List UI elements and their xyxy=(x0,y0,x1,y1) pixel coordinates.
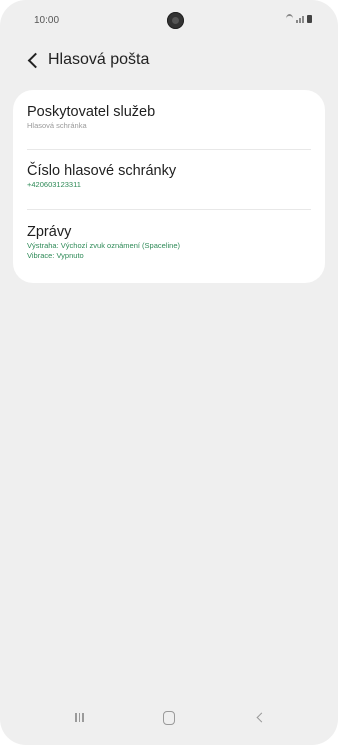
setting-voicemail-number[interactable]: Číslo hlasové schránky +420603123311 xyxy=(27,163,311,190)
app-header: Hlasová pošta xyxy=(0,44,338,80)
divider xyxy=(27,149,311,150)
page-title: Hlasová pošta xyxy=(48,51,150,68)
front-camera xyxy=(167,12,184,29)
setting-subtitle: Výstraha: Výchozí zvuk oznámení (Spaceli… xyxy=(27,241,180,250)
setting-title: Zprávy xyxy=(27,224,72,240)
status-time: 10:00 xyxy=(34,15,60,26)
setting-subtitle: +420603123311 xyxy=(27,180,81,189)
setting-title: Číslo hlasové schránky xyxy=(27,163,177,179)
setting-messages[interactable]: Zprávy Výstraha: Výchozí zvuk oznámení (… xyxy=(27,224,311,260)
setting-subtitle: Hlasová schránka xyxy=(27,121,87,130)
status-bar: 10:00 xyxy=(0,0,338,40)
home-icon[interactable] xyxy=(163,711,175,725)
battery-icon xyxy=(307,14,312,23)
navigation-bar xyxy=(0,689,338,745)
setting-subtitle: Vibrace: Vypnuto xyxy=(27,250,84,260)
divider xyxy=(27,209,311,210)
back-icon[interactable] xyxy=(256,712,267,723)
status-icons xyxy=(286,14,312,23)
wifi-icon xyxy=(286,14,293,23)
setting-service-provider[interactable]: Poskytovatel služeb Hlasová schránka xyxy=(27,104,311,131)
settings-card: Poskytovatel služeb Hlasová schránka Čís… xyxy=(13,90,325,283)
setting-title: Poskytovatel služeb xyxy=(27,104,156,120)
chevron-left-icon[interactable] xyxy=(27,52,44,69)
signal-icon xyxy=(296,15,304,23)
phone-screen: 10:00 Hlasová pošta Poskytovatel služeb … xyxy=(0,0,338,745)
recent-apps-icon[interactable] xyxy=(75,713,84,722)
